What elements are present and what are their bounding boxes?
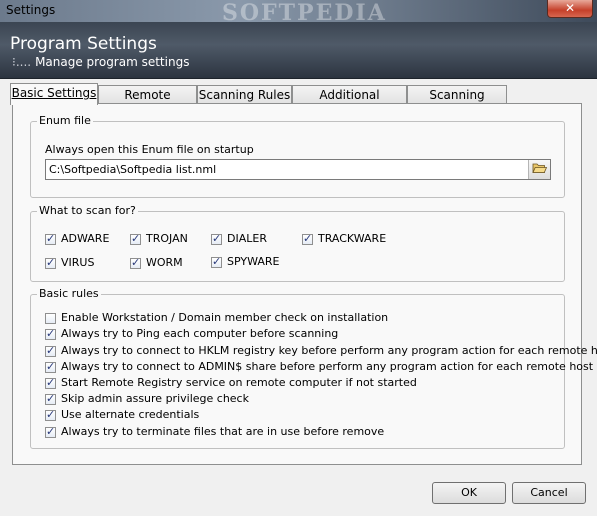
- spyware-label: SPYWARE: [227, 255, 280, 268]
- rule-checkbox[interactable]: [45, 392, 56, 405]
- tab-remote-settings[interactable]: Remote Settings: [98, 85, 197, 120]
- rule-checkbox[interactable]: [45, 313, 56, 324]
- tab-basic-settings[interactable]: Basic Settings: [10, 83, 98, 105]
- tab-scanning-results[interactable]: Scanning Results: [407, 85, 507, 120]
- close-icon: ✕: [564, 1, 576, 15]
- adware-label: ADWARE: [61, 232, 110, 245]
- dialer-checkbox[interactable]: [211, 232, 222, 245]
- rule-label: Always try to terminate files that are i…: [61, 425, 385, 438]
- trackware-checkbox[interactable]: [302, 232, 313, 245]
- rule-label: Start Remote Registry service on remote …: [61, 376, 417, 389]
- basic-settings-panel: Enum file Always open this Enum file on …: [12, 103, 597, 465]
- dialer-label: DIALER: [227, 232, 267, 245]
- basic-rules-group-label: Basic rules: [37, 287, 101, 300]
- rule-checkbox[interactable]: [45, 408, 56, 421]
- ok-button[interactable]: OK: [432, 482, 506, 504]
- scan-targets-group: What to scan for? ADWARE TROJAN DIALER T…: [30, 204, 565, 282]
- trojan-label: TROJAN: [146, 232, 188, 245]
- virus-label: VIRUS: [61, 256, 95, 269]
- enum-file-field-label: Always open this Enum file on startup: [45, 143, 254, 156]
- rule-label: Enable Workstation / Domain member check…: [61, 311, 389, 324]
- rule-label: Always try to connect to HKLM registry k…: [61, 344, 597, 357]
- spyware-checkbox[interactable]: [211, 255, 222, 268]
- page-subtitle: ⁝.... Manage program settings: [12, 55, 189, 69]
- enum-file-group: Enum file Always open this Enum file on …: [30, 114, 565, 198]
- header-banner: Program Settings ⁝.... Manage program set…: [0, 22, 597, 79]
- rule-checkbox[interactable]: [45, 344, 56, 357]
- adware-checkbox[interactable]: [45, 232, 56, 245]
- page-title: Program Settings: [10, 34, 157, 54]
- worm-checkbox[interactable]: [130, 256, 141, 269]
- folder-open-icon: [532, 163, 548, 173]
- tab-scanning-rules[interactable]: Scanning Rules: [197, 85, 292, 103]
- rule-label: Skip admin assure privilege check: [61, 392, 249, 405]
- settings-window: Settings SOFTPEDIA ✕ Program Settings ⁝.…: [0, 0, 597, 516]
- cancel-button[interactable]: Cancel: [512, 482, 586, 504]
- tab-additional-scanning[interactable]: Additional Scanning: [292, 85, 407, 120]
- subtitle-text: Manage program settings: [35, 55, 190, 69]
- title-bar[interactable]: Settings SOFTPEDIA ✕: [0, 0, 597, 26]
- rule-label: Use alternate credentials: [61, 408, 200, 421]
- browse-button[interactable]: [528, 160, 550, 179]
- rule-checkbox[interactable]: [45, 376, 56, 389]
- trackware-label: TRACKWARE: [318, 232, 387, 245]
- rule-checkbox[interactable]: [45, 360, 56, 373]
- basic-rules-group: Basic rules Enable Workstation / Domain …: [30, 287, 597, 449]
- trojan-checkbox[interactable]: [130, 232, 141, 245]
- rule-checkbox[interactable]: [45, 425, 56, 438]
- enum-file-group-label: Enum file: [37, 114, 93, 127]
- window-title: Settings: [6, 3, 56, 17]
- close-button[interactable]: ✕: [547, 0, 593, 18]
- rule-label: Always try to connect to ADMIN$ share be…: [61, 360, 594, 373]
- rule-label: Always try to Ping each computer before …: [61, 327, 339, 340]
- tree-dots-icon: ⁝....: [12, 55, 32, 69]
- worm-label: WORM: [146, 256, 183, 269]
- scan-targets-group-label: What to scan for?: [37, 204, 138, 217]
- enum-file-path-value: C:\Softpedia\Softpedia list.nml: [49, 163, 217, 176]
- enum-file-path-input[interactable]: C:\Softpedia\Softpedia list.nml: [45, 159, 551, 180]
- virus-checkbox[interactable]: [45, 256, 56, 269]
- rule-checkbox[interactable]: [45, 327, 56, 340]
